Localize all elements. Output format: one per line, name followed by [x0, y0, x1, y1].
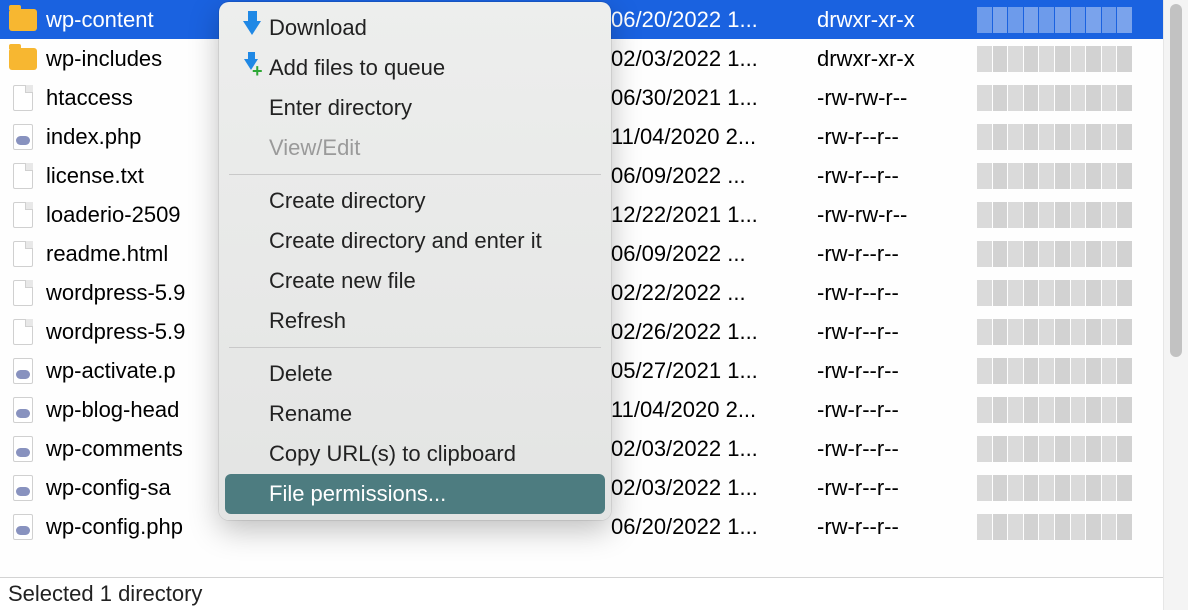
download-icon — [235, 21, 269, 35]
php-file-icon — [13, 436, 33, 462]
file-date: 02/22/2022 ... — [611, 280, 817, 306]
file-date: 02/03/2022 1... — [611, 46, 817, 72]
php-file-icon — [13, 124, 33, 150]
menu-view-edit: View/Edit — [225, 128, 605, 168]
owner-redacted — [977, 514, 1152, 540]
file-permissions: -rw-r--r-- — [817, 514, 977, 540]
owner-redacted — [977, 475, 1152, 501]
menu-download[interactable]: Download — [225, 8, 605, 48]
folder-icon — [9, 9, 37, 31]
owner-redacted — [977, 358, 1152, 384]
menu-create-directory-enter[interactable]: Create directory and enter it — [225, 221, 605, 261]
menu-rename-label: Rename — [269, 401, 352, 427]
file-date: 02/26/2022 1... — [611, 319, 817, 345]
file-date: 06/30/2021 1... — [611, 85, 817, 111]
owner-redacted — [977, 241, 1152, 267]
file-permissions: -rw-r--r-- — [817, 124, 977, 150]
php-file-icon — [13, 475, 33, 501]
php-file-icon — [13, 514, 33, 540]
owner-redacted — [977, 319, 1152, 345]
file-permissions: -rw-r--r-- — [817, 397, 977, 423]
php-file-icon — [13, 397, 33, 423]
php-file-icon — [13, 358, 33, 384]
file-icon — [13, 85, 33, 111]
menu-create-file-label: Create new file — [269, 268, 416, 294]
add-files-icon: + — [235, 58, 269, 78]
file-date: 02/03/2022 1... — [611, 475, 817, 501]
file-permissions: -rw-r--r-- — [817, 319, 977, 345]
file-permissions: -rw-r--r-- — [817, 241, 977, 267]
file-permissions: -rw-rw-r-- — [817, 85, 977, 111]
menu-rename[interactable]: Rename — [225, 394, 605, 434]
owner-redacted — [977, 436, 1152, 462]
file-date: 06/20/2022 1... — [611, 7, 817, 33]
owner-redacted — [977, 7, 1152, 33]
menu-delete[interactable]: Delete — [225, 354, 605, 394]
menu-copy-url[interactable]: Copy URL(s) to clipboard — [225, 434, 605, 474]
menu-view-edit-label: View/Edit — [269, 135, 360, 161]
menu-delete-label: Delete — [269, 361, 333, 387]
menu-create-dir-label: Create directory — [269, 188, 426, 214]
scroll-thumb[interactable] — [1170, 4, 1182, 357]
file-date: 05/27/2021 1... — [611, 358, 817, 384]
menu-refresh[interactable]: Refresh — [225, 301, 605, 341]
status-bar: Selected 1 directory — [0, 577, 1163, 610]
file-icon — [13, 202, 33, 228]
menu-copy-url-label: Copy URL(s) to clipboard — [269, 441, 516, 467]
file-icon — [13, 319, 33, 345]
file-date: 02/03/2022 1... — [611, 436, 817, 462]
file-permissions: -rw-r--r-- — [817, 475, 977, 501]
folder-icon — [9, 48, 37, 70]
menu-refresh-label: Refresh — [269, 308, 346, 334]
menu-file-permissions-label: File permissions... — [269, 481, 446, 507]
owner-redacted — [977, 124, 1152, 150]
menu-add-label: Add files to queue — [269, 55, 445, 81]
file-icon — [13, 241, 33, 267]
menu-enter-directory[interactable]: Enter directory — [225, 88, 605, 128]
file-permissions: -rw-rw-r-- — [817, 202, 977, 228]
owner-redacted — [977, 46, 1152, 72]
context-menu: Download + Add files to queue Enter dire… — [219, 2, 611, 520]
file-permissions: -rw-r--r-- — [817, 358, 977, 384]
owner-redacted — [977, 163, 1152, 189]
owner-redacted — [977, 85, 1152, 111]
file-date: 06/09/2022 ... — [611, 163, 817, 189]
menu-create-directory[interactable]: Create directory — [225, 181, 605, 221]
status-text: Selected 1 directory — [8, 581, 202, 607]
file-icon — [13, 280, 33, 306]
menu-create-new-file[interactable]: Create new file — [225, 261, 605, 301]
vertical-scrollbar[interactable] — [1163, 0, 1188, 610]
owner-redacted — [977, 202, 1152, 228]
menu-create-dir-enter-label: Create directory and enter it — [269, 228, 542, 254]
menu-separator — [229, 347, 601, 348]
file-date: 06/20/2022 1... — [611, 514, 817, 540]
file-date: 06/09/2022 ... — [611, 241, 817, 267]
file-permissions: -rw-r--r-- — [817, 163, 977, 189]
menu-add-files-to-queue[interactable]: + Add files to queue — [225, 48, 605, 88]
file-date: 12/22/2021 1... — [611, 202, 817, 228]
menu-separator — [229, 174, 601, 175]
menu-download-label: Download — [269, 15, 367, 41]
file-date: 11/04/2020 2... — [611, 124, 817, 150]
file-icon — [13, 163, 33, 189]
owner-redacted — [977, 280, 1152, 306]
owner-redacted — [977, 397, 1152, 423]
file-date: 11/04/2020 2... — [611, 397, 817, 423]
menu-file-permissions[interactable]: File permissions... — [225, 474, 605, 514]
file-permissions: -rw-r--r-- — [817, 436, 977, 462]
file-permissions: drwxr-xr-x — [817, 46, 977, 72]
menu-enter-label: Enter directory — [269, 95, 412, 121]
file-permissions: drwxr-xr-x — [817, 7, 977, 33]
file-permissions: -rw-r--r-- — [817, 280, 977, 306]
